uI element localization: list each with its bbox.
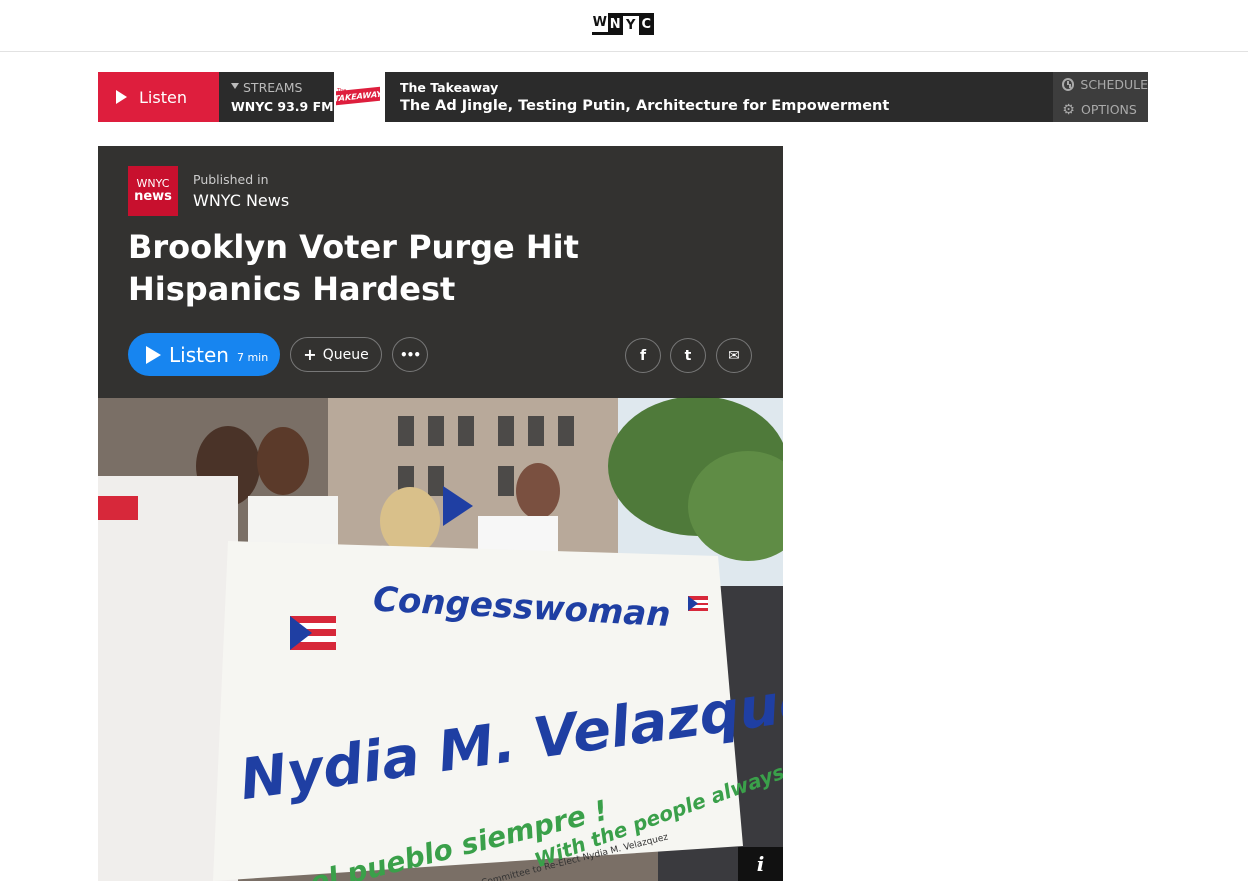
site-header: W N Y C (0, 0, 1248, 52)
play-icon (116, 90, 127, 104)
more-options-button[interactable]: ••• (392, 337, 428, 372)
article-header-box: WNYC news Published in WNYC News Brookly… (98, 146, 783, 398)
persistent-player: Listen STREAMS WNYC 93.9 FM The TAKEAWAY… (98, 72, 1148, 122)
twitter-share-button[interactable]: t (670, 338, 706, 373)
player-listen-label: Listen (139, 87, 187, 107)
publisher-link[interactable]: WNYC News (193, 191, 289, 210)
schedule-label: SCHEDULE (1080, 77, 1148, 92)
caret-down-icon (231, 82, 239, 89)
facebook-share-button[interactable]: f (625, 338, 661, 373)
now-playing-show: The Takeaway (400, 80, 499, 95)
article-duration: 7 min (236, 351, 269, 364)
published-in-label: Published in (193, 172, 269, 187)
wnyc-news-logo-line2: news (134, 189, 172, 204)
clock-icon (1062, 78, 1075, 91)
options-button[interactable]: ⚙ OPTIONS (1053, 97, 1148, 122)
queue-label: Queue (322, 346, 369, 363)
facebook-icon: f (639, 347, 647, 364)
logo-letter-y: Y (623, 13, 639, 35)
player-listen-button[interactable]: Listen (98, 72, 219, 122)
queue-button[interactable]: + Queue (290, 337, 382, 372)
logo-letter-c: C (638, 13, 654, 35)
station-name: WNYC 93.9 FM (231, 99, 334, 114)
email-icon: ✉ (728, 347, 740, 364)
image-info-button[interactable]: i (738, 847, 783, 881)
article-headline: Brooklyn Voter Purge Hit Hispanics Harde… (128, 228, 579, 308)
article-listen-button[interactable]: Listen 7 min (128, 333, 280, 376)
logo-letter-w: W (592, 13, 608, 35)
play-icon (146, 345, 161, 364)
player-side-menu: SCHEDULE ⚙ OPTIONS (1053, 72, 1148, 122)
options-label: OPTIONS (1081, 102, 1137, 117)
show-logo[interactable]: The TAKEAWAY (334, 72, 385, 122)
email-share-button[interactable]: ✉ (716, 338, 752, 373)
twitter-icon: t (684, 347, 692, 364)
publication-meta: Published in WNYC News (193, 172, 289, 210)
wnyc-news-logo-line1: WNYC (136, 177, 170, 190)
wnyc-news-logo[interactable]: WNYC news (128, 166, 178, 216)
article-actions: Listen 7 min + Queue ••• (128, 333, 428, 376)
streams-selector[interactable]: STREAMS WNYC 93.9 FM (219, 72, 334, 122)
logo-letter-n: N (607, 13, 623, 35)
article-listen-label: Listen (169, 342, 229, 367)
article-hero: Congesswoman Nydia M. Velazquez With the… (98, 146, 783, 881)
wnyc-logo[interactable]: W N Y C (592, 13, 654, 35)
now-playing[interactable]: The Takeaway The Ad Jingle, Testing Puti… (385, 72, 1053, 122)
now-playing-episode: The Ad Jingle, Testing Putin, Architectu… (400, 98, 890, 114)
plus-icon: + (303, 345, 317, 364)
schedule-button[interactable]: SCHEDULE (1053, 72, 1148, 97)
streams-label: STREAMS (243, 80, 303, 95)
gear-icon: ⚙ (1062, 101, 1075, 118)
